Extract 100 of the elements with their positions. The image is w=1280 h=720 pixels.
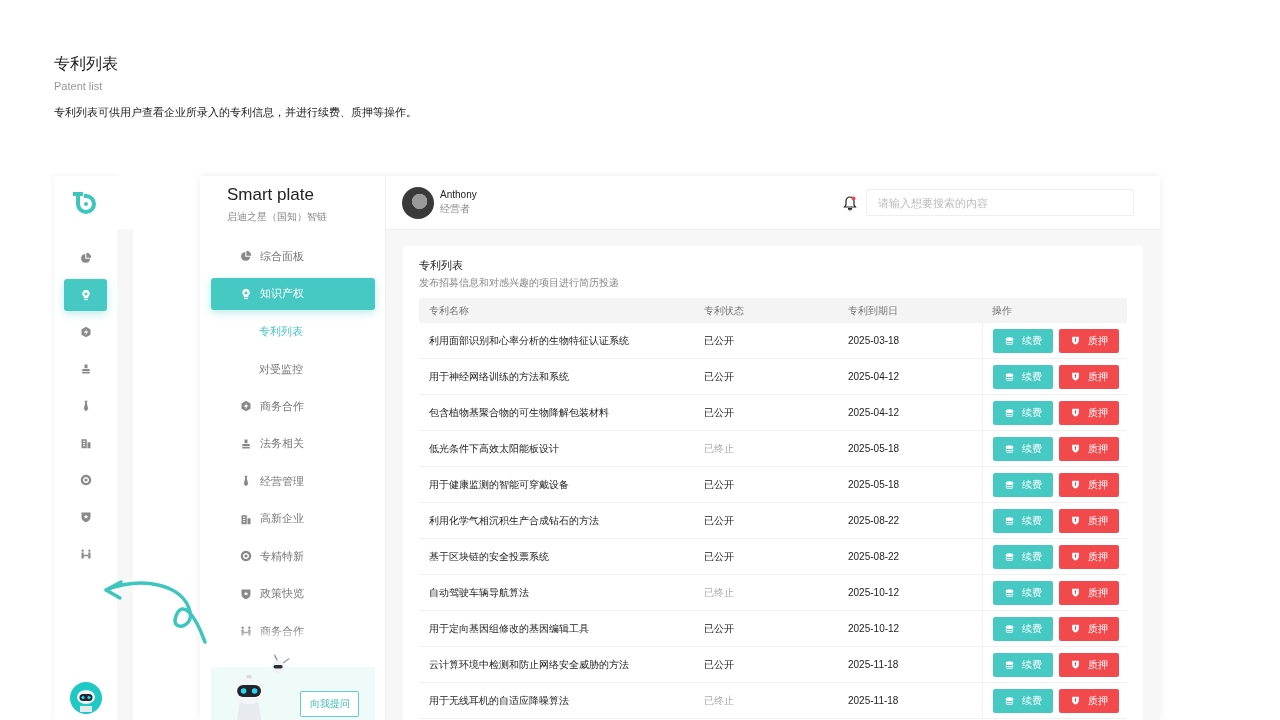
table-cell-text: 利用化学气相沉积生产合成钻石的方法 xyxy=(428,513,600,528)
search-field[interactable]: 请输入想要搜索的内容 xyxy=(866,189,1134,216)
nav-subitem[interactable]: 专利列表 xyxy=(211,315,375,347)
renew-button[interactable]: 续费 xyxy=(993,472,1053,497)
renew-button[interactable]: 续费 xyxy=(993,652,1053,677)
table-cell-text: 2025-04-12 xyxy=(847,371,901,382)
pledge-button[interactable]: 质押 xyxy=(1059,688,1119,713)
coins-icon xyxy=(1004,624,1014,633)
coins-icon xyxy=(1004,696,1014,705)
renew-button[interactable]: 续费 xyxy=(993,364,1053,389)
pledge-button[interactable]: 质押 xyxy=(1059,616,1119,641)
column-header: 操作 xyxy=(991,303,1013,318)
pie-chart-icon xyxy=(79,252,92,264)
hexagon-bolt-icon xyxy=(79,326,92,338)
shield-lock-icon xyxy=(1070,372,1080,381)
coins-icon xyxy=(1004,516,1014,525)
status-text: 已公开 xyxy=(703,657,735,672)
table-cell-text: 基于区块链的安全投票系统 xyxy=(428,549,550,564)
renew-button[interactable]: 续费 xyxy=(993,580,1053,605)
hexagon-bolt-icon xyxy=(240,400,252,412)
table-cell-text: 用于健康监测的智能可穿戴设备 xyxy=(428,477,570,492)
renew-button[interactable]: 续费 xyxy=(993,688,1053,713)
ask-button[interactable]: 向我提问 xyxy=(300,690,359,717)
shield-lock-icon xyxy=(1070,624,1080,633)
shield-lock-icon xyxy=(1070,408,1080,417)
people-icon xyxy=(79,548,92,560)
status-text: 已公开 xyxy=(703,513,735,528)
status-text: 已公开 xyxy=(703,333,735,348)
coins-icon xyxy=(1004,408,1014,417)
shield-lock-icon xyxy=(1070,588,1080,597)
status-text: 已终止 xyxy=(703,585,735,600)
stamp-icon xyxy=(79,363,92,375)
shield-lock-icon xyxy=(1070,336,1080,345)
nav-subitem[interactable]: 对受监控 xyxy=(211,352,375,385)
status-text: 已公开 xyxy=(703,369,735,384)
lightbulb-icon xyxy=(240,287,252,300)
nav-item[interactable]: 专精特新 xyxy=(211,540,375,572)
renew-button[interactable]: 续费 xyxy=(993,616,1053,641)
renew-button[interactable]: 续费 xyxy=(993,436,1053,461)
table-cell-text: 2025-10-12 xyxy=(847,623,901,634)
user-role: 经营者 xyxy=(440,202,471,216)
shield-icon xyxy=(240,587,252,600)
pledge-button[interactable]: 质押 xyxy=(1059,544,1119,569)
table-cell-text: 利用面部识别和心率分析的生物特征认证系统 xyxy=(428,333,630,348)
table-cell-text: 2025-05-18 xyxy=(847,479,901,490)
page-subtitle: Patent list xyxy=(54,79,104,93)
page-title: 专利列表 xyxy=(54,54,119,74)
nav-item[interactable]: 商务合作 xyxy=(211,615,375,647)
table-cell-text: 2025-03-18 xyxy=(847,335,901,346)
pledge-button[interactable]: 质押 xyxy=(1059,508,1119,533)
page-description: 专利列表可供用户查看企业所录入的专利信息，并进行续费、质押等操作。 xyxy=(54,105,418,119)
nav-item[interactable]: 政策快览 xyxy=(211,577,375,610)
shield-icon xyxy=(79,511,92,523)
table-cell-text: 2025-11-18 xyxy=(847,659,900,670)
table-cell-text: 用于无线耳机的自适应降噪算法 xyxy=(428,693,570,708)
renew-button[interactable]: 续费 xyxy=(993,400,1053,425)
coins-icon xyxy=(1004,480,1014,489)
target-icon xyxy=(240,550,252,562)
coins-icon xyxy=(1004,372,1014,381)
lightbulb-icon xyxy=(79,289,92,301)
pledge-button[interactable]: 质押 xyxy=(1059,400,1119,425)
nav-item[interactable]: 高新企业 xyxy=(211,502,375,535)
notification-bell-icon[interactable] xyxy=(842,194,858,211)
brand-tagline: 启迪之星（国知）智链 xyxy=(227,210,328,224)
renew-button[interactable]: 续费 xyxy=(993,508,1053,533)
renew-button[interactable]: 续费 xyxy=(993,328,1053,353)
people-icon xyxy=(240,625,252,637)
table-cell-text: 包含植物基聚合物的可生物降解包装材料 xyxy=(428,405,610,420)
nav-item[interactable]: 法务相关 xyxy=(211,427,375,460)
status-text: 已公开 xyxy=(703,549,735,564)
card-title: 专利列表 xyxy=(419,258,464,272)
coins-icon xyxy=(1004,588,1014,597)
status-text: 已终止 xyxy=(703,441,735,456)
table-cell-text: 2025-11-18 xyxy=(847,695,900,706)
status-text: 已终止 xyxy=(703,693,735,708)
table-cell-text: 自动驾驶车辆导航算法 xyxy=(428,585,530,600)
user-avatar xyxy=(402,186,434,219)
pledge-button[interactable]: 质押 xyxy=(1059,328,1119,353)
pledge-button[interactable]: 质押 xyxy=(1059,436,1119,461)
renew-button[interactable]: 续费 xyxy=(993,544,1053,569)
pledge-button[interactable]: 质押 xyxy=(1059,652,1119,677)
sidebar-icon-button[interactable] xyxy=(64,279,107,311)
nav-item[interactable]: 商务合作 xyxy=(211,390,375,422)
column-header: 专利名称 xyxy=(428,303,470,318)
coins-icon xyxy=(1004,552,1014,561)
pledge-button[interactable]: 质押 xyxy=(1059,472,1119,497)
table-cell-text: 2025-10-12 xyxy=(847,587,901,598)
pledge-button[interactable]: 质押 xyxy=(1059,364,1119,389)
shield-lock-icon xyxy=(1070,480,1080,489)
pledge-button[interactable]: 质押 xyxy=(1059,580,1119,605)
table-cell-text: 云计算环境中检测和防止网络安全威胁的方法 xyxy=(428,657,630,672)
table-cell-text: 2025-05-18 xyxy=(847,443,901,454)
building-icon xyxy=(79,437,92,449)
table-cell-text: 2025-08-22 xyxy=(847,515,901,526)
nav-item[interactable]: 综合面板 xyxy=(211,240,375,272)
nav-item[interactable]: 经营管理 xyxy=(211,465,375,497)
nav-item[interactable]: 知识产权 xyxy=(211,277,375,310)
status-text: 已公开 xyxy=(703,477,735,492)
column-header: 专利到期日 xyxy=(847,303,899,318)
table-cell-text: 低光条件下高效太阳能板设计 xyxy=(428,441,560,456)
